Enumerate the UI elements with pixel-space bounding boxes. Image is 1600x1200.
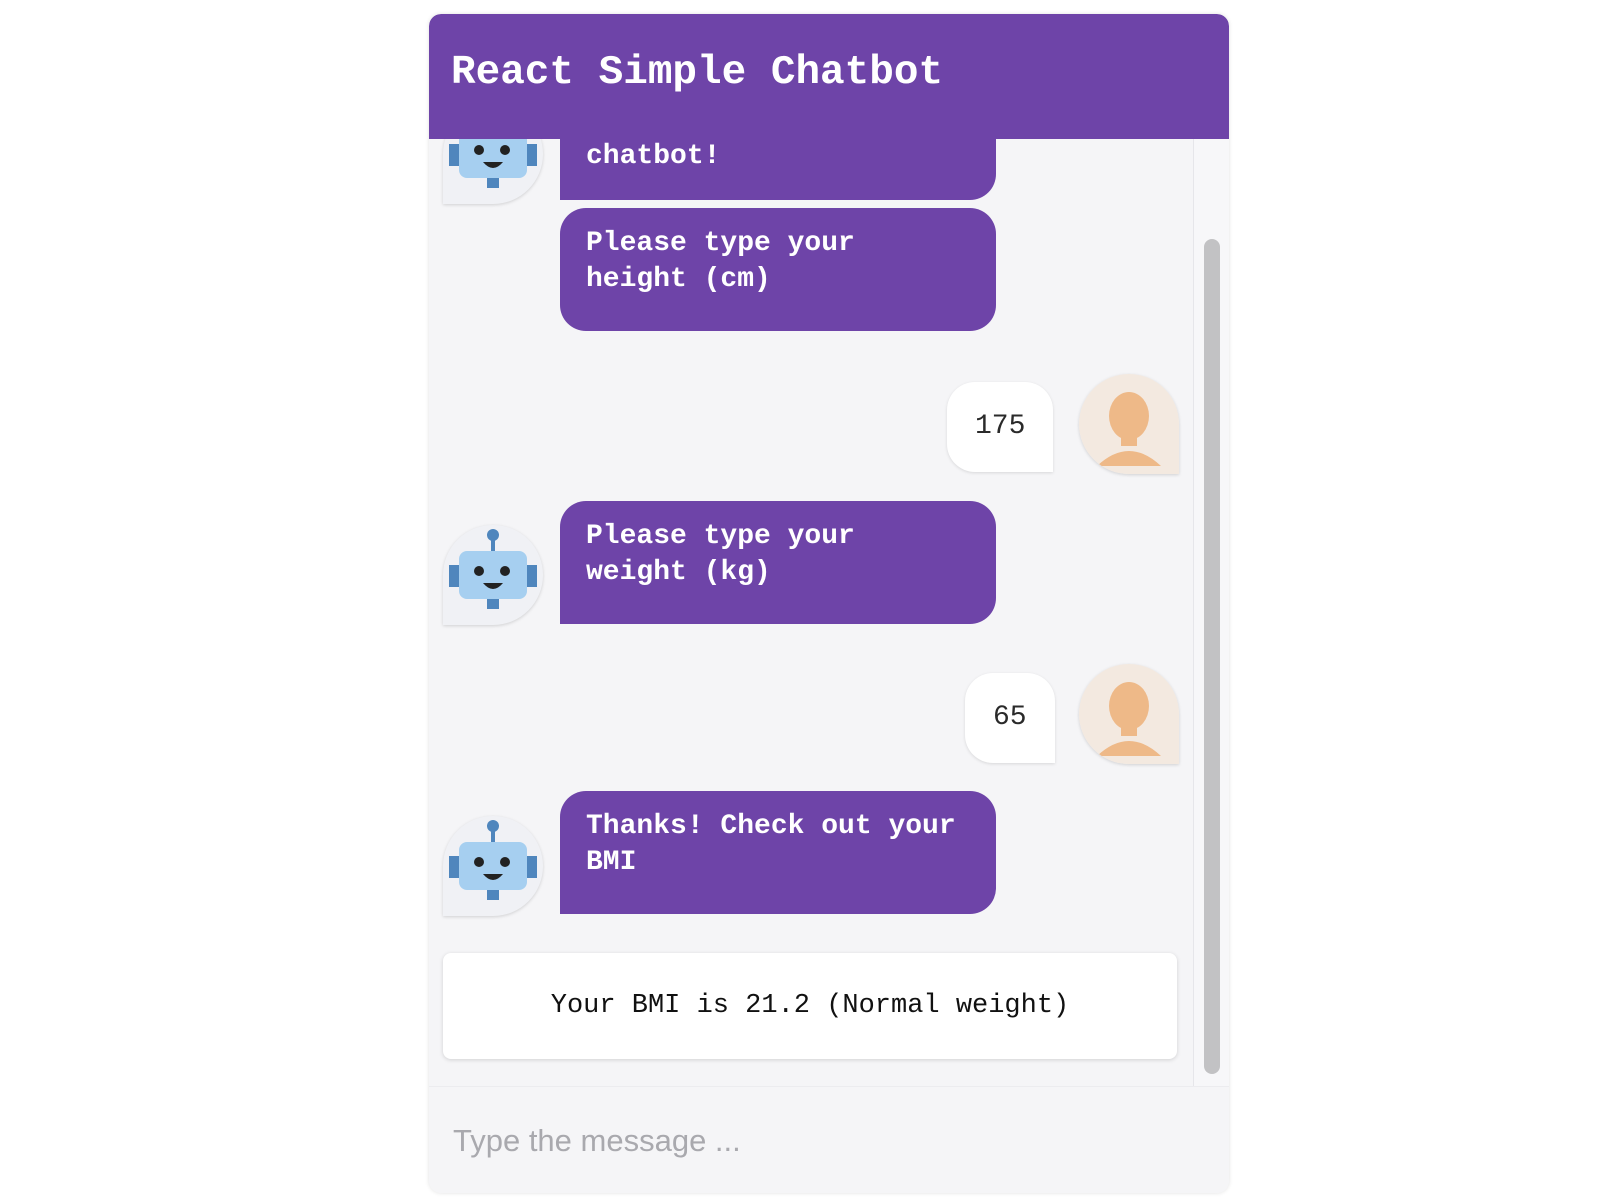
user-message: 175	[947, 382, 1054, 472]
user-avatar	[1079, 374, 1179, 474]
bot-avatar	[443, 816, 543, 916]
bot-message: chatbot!	[560, 139, 996, 200]
user-message: 65	[965, 673, 1055, 763]
message-input[interactable]	[429, 1087, 1229, 1193]
message-list: chatbot! Please type your height (cm) 17…	[429, 139, 1229, 1086]
robot-icon	[449, 139, 537, 188]
bot-message: Please type your weight (kg)	[560, 501, 996, 624]
bot-message: Thanks! Check out your BMI	[560, 791, 996, 914]
scrollbar[interactable]	[1193, 139, 1229, 1086]
scrollbar-thumb[interactable]	[1204, 239, 1220, 1074]
bot-message: Please type your height (cm)	[560, 208, 996, 331]
user-avatar	[1079, 664, 1179, 764]
user-icon	[1079, 374, 1179, 474]
bot-avatar	[443, 139, 543, 204]
header-title: React Simple Chatbot	[451, 50, 944, 96]
user-icon	[1079, 664, 1179, 764]
robot-icon	[449, 820, 537, 900]
chatbot-window: React Simple Chatbot chatbot! Please typ…	[429, 14, 1229, 1193]
chat-footer	[429, 1086, 1229, 1193]
robot-icon	[449, 529, 537, 609]
chat-header: React Simple Chatbot	[429, 14, 1229, 139]
bmi-result-card: Your BMI is 21.2 (Normal weight)	[443, 953, 1177, 1059]
bot-avatar	[443, 525, 543, 625]
